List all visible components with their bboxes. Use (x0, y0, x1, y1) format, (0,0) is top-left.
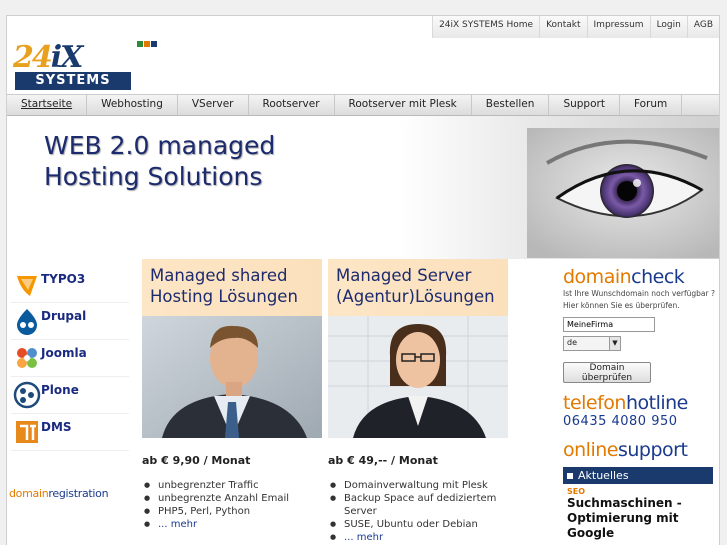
color-squares (137, 41, 157, 47)
managed-server-column: Managed Server (Agentur)Lösungen ab € 49,… (328, 259, 508, 544)
telefonhotline: telefonhotline 06435 4080 950 (563, 392, 715, 429)
square-blue (151, 41, 157, 47)
plone-icon (13, 381, 41, 409)
cms-label: Plone (41, 383, 79, 397)
managed-server-more-link[interactable]: ... mehr (344, 532, 383, 543)
logo-number: 24iX (13, 40, 83, 75)
aktuelles-header: Aktuelles (563, 467, 713, 484)
shared-hosting-banner[interactable]: Managed shared Hosting Lösungen (142, 259, 322, 316)
menu-vserver[interactable]: VServer (178, 95, 249, 115)
cms-item-typo3[interactable]: TYPO3 (11, 266, 129, 303)
chevron-down-icon: ▼ (609, 337, 620, 350)
feature-item: unbegrenzter Traffic (142, 479, 322, 492)
hero-title: WEB 2.0 managed Hosting Solutions (44, 131, 276, 191)
shared-hosting-more-link[interactable]: ... mehr (158, 519, 197, 530)
domaincheck-heading: domaincheck (563, 266, 685, 288)
topnav-impressum-link[interactable]: Impressum (586, 16, 650, 38)
square-bullet-icon (567, 473, 573, 479)
menu-rootserver[interactable]: Rootserver (249, 95, 335, 115)
feature-item-more: ... mehr (142, 518, 322, 531)
tld-select[interactable]: de ▼ (563, 336, 621, 351)
domain-check-button[interactable]: Domain überprüfen (563, 362, 651, 383)
managed-server-price: ab € 49,-- / Monat (328, 454, 438, 467)
square-green (137, 41, 143, 47)
shared-hosting-column: Managed shared Hosting Lösungen ab € 9,90… (142, 259, 322, 531)
top-nav: 24iX SYSTEMS Home Kontakt Impressum Logi… (432, 16, 719, 38)
topnav-kontakt-link[interactable]: Kontakt (539, 16, 587, 38)
dms-icon (16, 421, 38, 443)
topnav-home-link[interactable]: 24iX SYSTEMS Home (432, 16, 540, 38)
right-sidebar: domaincheck Ist Ihre Wunschdomain noch v… (563, 266, 715, 541)
topnav-login-link[interactable]: Login (649, 16, 687, 38)
feature-item-more: ... mehr (328, 531, 508, 544)
menu-bestellen[interactable]: Bestellen (472, 95, 550, 115)
hotline-number: 06435 4080 950 (563, 414, 678, 429)
news-title[interactable]: Suchmaschinen - Optimierung mit Google (563, 496, 715, 541)
feature-item: unbegrenzte Anzahl Email (142, 492, 322, 505)
cms-label: Joomla (41, 346, 87, 360)
main-menu: Startseite Webhosting VServer Rootserver… (7, 94, 719, 116)
topnav-agb-link[interactable]: AGB (686, 16, 719, 38)
domainregistration-link[interactable]: domainregistration (9, 487, 109, 500)
feature-item: PHP5, Perl, Python (142, 505, 322, 518)
cms-item-drupal[interactable]: Drupal (11, 303, 129, 340)
cms-item-joomla[interactable]: Joomla (11, 340, 129, 377)
managed-server-features: Domainverwaltung mit Plesk Backup Space … (328, 479, 508, 544)
menu-rootserver-plesk[interactable]: Rootserver mit Plesk (335, 95, 472, 115)
cms-item-dms[interactable]: DMS (11, 414, 129, 451)
menu-startseite[interactable]: Startseite (7, 95, 88, 115)
menu-webhosting[interactable]: Webhosting (87, 95, 178, 115)
cms-label: DMS (41, 420, 72, 434)
domaincheck-text: Ist Ihre Wunschdomain noch verfügbar ? Hi… (563, 289, 715, 310)
shared-hosting-features: unbegrenzter Traffic unbegrenzte Anzahl … (142, 479, 322, 531)
square-orange (144, 41, 150, 47)
cms-item-plone[interactable]: Plone (11, 377, 129, 414)
menu-forum[interactable]: Forum (620, 95, 683, 115)
drupal-icon (17, 309, 37, 335)
news-tag: SEO (567, 487, 586, 496)
domain-input[interactable] (563, 317, 655, 332)
onlinesupport-link[interactable]: onlinesupport (563, 439, 715, 461)
woman-photo (328, 316, 508, 438)
man-photo (142, 316, 322, 438)
feature-item: Domainverwaltung mit Plesk (328, 479, 508, 492)
cms-label: Drupal (41, 309, 87, 323)
joomla-icon (17, 348, 37, 368)
cms-label: TYPO3 (41, 272, 86, 286)
typo3-icon (17, 276, 37, 296)
logo[interactable]: 24iX SYSTEMS (13, 40, 131, 94)
managed-server-banner[interactable]: Managed Server (Agentur)Lösungen (328, 259, 508, 316)
hero-banner: WEB 2.0 managed Hosting Solutions (7, 116, 719, 259)
shared-hosting-price: ab € 9,90 / Monat (142, 454, 251, 467)
feature-item: Backup Space auf dediziertem Server (328, 492, 508, 518)
feature-item: SUSE, Ubuntu oder Debian (328, 518, 508, 531)
logo-systems: SYSTEMS (15, 72, 131, 90)
eye-image (527, 128, 719, 258)
cms-list: TYPO3 Drupal Joomla Plone DMS (11, 266, 129, 451)
menu-support[interactable]: Support (549, 95, 620, 115)
page: 24iX SYSTEMS Home Kontakt Impressum Logi… (6, 15, 720, 545)
